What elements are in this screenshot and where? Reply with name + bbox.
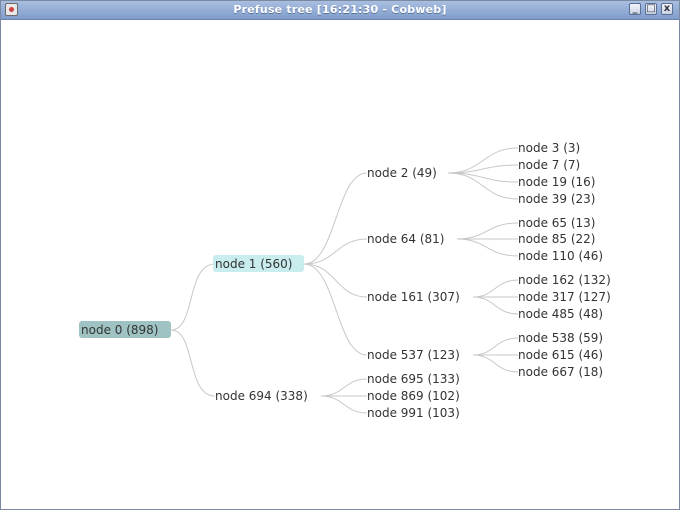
window-title: Prefuse tree [16:21:30 - Cobweb] (233, 3, 447, 16)
tree-canvas[interactable]: node 0 (898) node 1 (560) node 694 (338)… (1, 20, 679, 509)
tree-node-39[interactable]: node 39 (23) (518, 192, 595, 206)
tree-node-1[interactable]: node 1 (560) (213, 255, 304, 272)
tree-node-869[interactable]: node 869 (102) (367, 389, 460, 403)
tree-edges (170, 147, 519, 414)
tree-node-317[interactable]: node 317 (127) (518, 290, 611, 304)
close-button[interactable]: x (661, 3, 673, 15)
node-label: node 694 (338) (215, 389, 308, 403)
tree-node-537[interactable]: node 537 (123) (367, 348, 460, 362)
tree-node-3[interactable]: node 3 (3) (518, 141, 580, 155)
maximize-icon: □ (646, 3, 656, 14)
application-window: Prefuse tree [16:21:30 - Cobweb] _ □ x n… (0, 0, 680, 510)
minimize-icon: _ (632, 3, 638, 14)
maximize-button[interactable]: □ (645, 3, 657, 15)
tree-node-85[interactable]: node 85 (22) (518, 232, 595, 246)
tree-node-694[interactable]: node 694 (338) (215, 389, 308, 403)
tree-node-162[interactable]: node 162 (132) (518, 273, 611, 287)
tree-node-615[interactable]: node 615 (46) (518, 348, 603, 362)
node-label: node 0 (898) (81, 323, 158, 337)
tree-node-991[interactable]: node 991 (103) (367, 406, 460, 420)
tree-node-110[interactable]: node 110 (46) (518, 249, 603, 263)
tree-node-695[interactable]: node 695 (133) (367, 372, 460, 386)
close-icon: x (663, 3, 671, 14)
tree-view[interactable]: node 0 (898) node 1 (560) node 694 (338)… (1, 20, 679, 509)
tree-node-0[interactable]: node 0 (898) (79, 321, 171, 338)
tree-node-667[interactable]: node 667 (18) (518, 365, 603, 379)
title-bar[interactable]: Prefuse tree [16:21:30 - Cobweb] _ □ x (1, 1, 679, 20)
node-label: node 1 (560) (215, 257, 292, 271)
minimize-button[interactable]: _ (629, 3, 641, 15)
tree-node-65[interactable]: node 65 (13) (518, 216, 595, 230)
tree-node-161[interactable]: node 161 (307) (367, 290, 460, 304)
tree-node-64[interactable]: node 64 (81) (367, 232, 444, 246)
tree-node-2[interactable]: node 2 (49) (367, 166, 437, 180)
tree-node-485[interactable]: node 485 (48) (518, 307, 603, 321)
tree-node-7[interactable]: node 7 (7) (518, 158, 580, 172)
tree-node-538[interactable]: node 538 (59) (518, 331, 603, 345)
tree-node-19[interactable]: node 19 (16) (518, 175, 595, 189)
